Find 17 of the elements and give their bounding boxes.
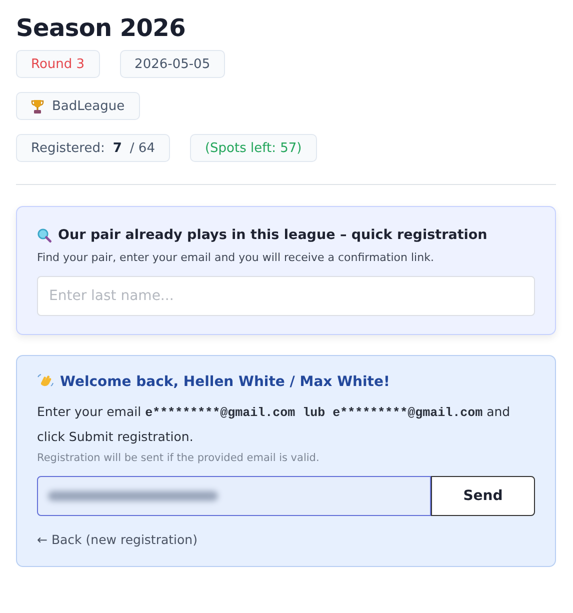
validity-note: Registration will be sent if the provided email is valid. bbox=[37, 452, 320, 464]
card-heading: Our pair already plays in this league – quick registration bbox=[58, 227, 488, 243]
league-name: BadLeague bbox=[52, 98, 125, 114]
instruction-text: Enter your email e*********@gmail.com lub e*********@gmail.com and click Submit registration. bbox=[37, 403, 512, 446]
info-chip: Round 3 bbox=[16, 50, 100, 78]
card-hint: Find your pair, enter your email and you will receive a confirmation link. bbox=[37, 251, 435, 264]
last-name-field[interactable]: Enter last name... bbox=[37, 276, 535, 316]
magnifier-icon bbox=[37, 228, 52, 242]
stat-chip: Registered: 7 / 64 bbox=[16, 134, 170, 162]
trophy-icon bbox=[31, 98, 44, 114]
email-field[interactable] bbox=[37, 476, 431, 516]
stat-chip: (Spots left: 57) bbox=[190, 134, 317, 162]
welcome-heading: Welcome back, Hellen White / Max White! bbox=[60, 374, 390, 390]
back-link[interactable]: ← Back (new registration) bbox=[37, 532, 198, 547]
page-title: Season 2026 bbox=[16, 14, 186, 42]
info-chip: 2026-05-05 bbox=[120, 50, 226, 78]
send-button[interactable]: Send bbox=[431, 476, 535, 516]
